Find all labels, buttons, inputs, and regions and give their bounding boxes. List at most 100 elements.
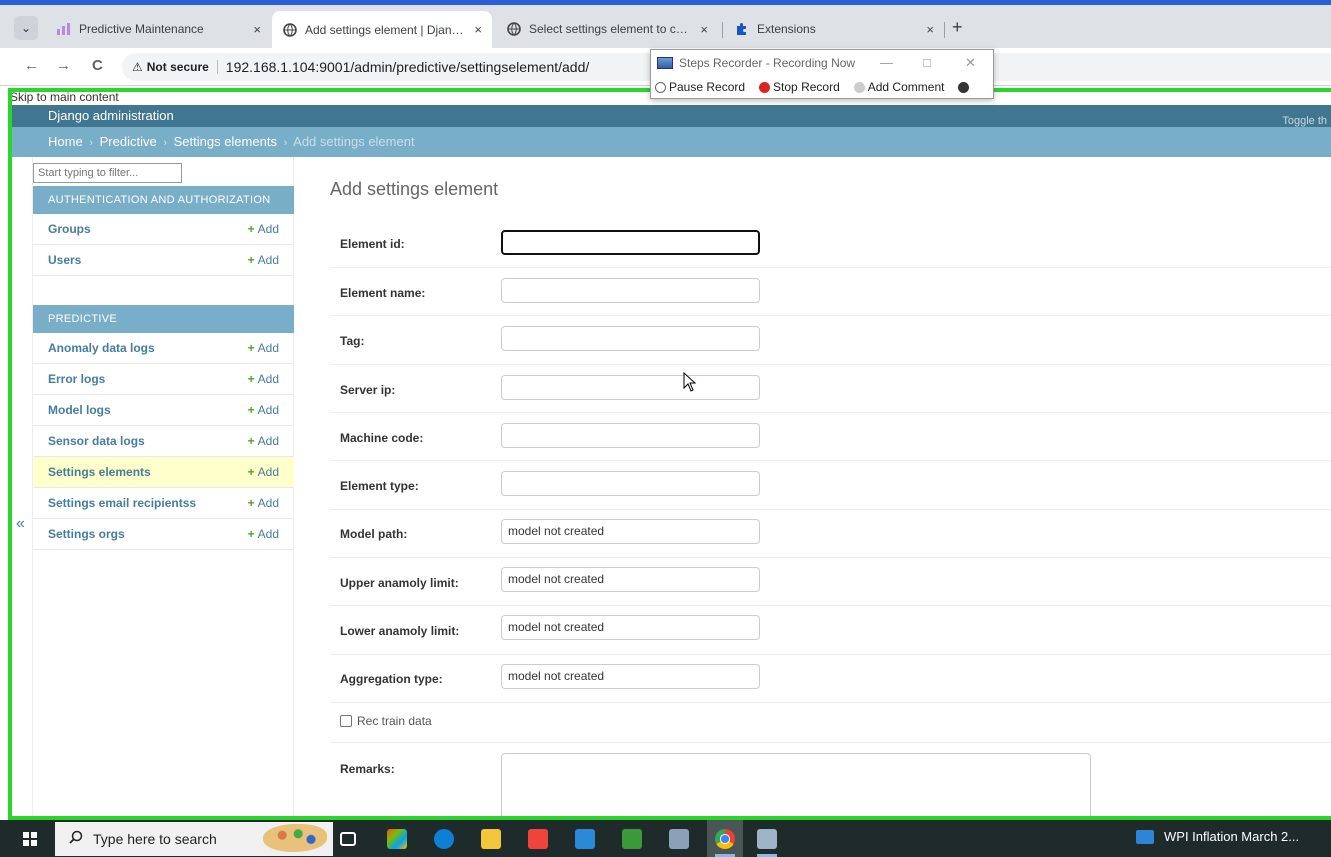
model-link[interactable]: Settings elements xyxy=(48,465,248,479)
tab-separator xyxy=(944,22,945,38)
plus-icon: + xyxy=(247,496,255,510)
forward-button[interactable]: → xyxy=(56,57,71,74)
form-row-upper-anamoly-limit: Upper anamoly limit: model not created xyxy=(330,558,1331,606)
form-row-lower-anamoly-limit: Lower anamoly limit: model not created xyxy=(330,606,1331,655)
element-id-field[interactable] xyxy=(501,230,760,255)
taskbar-running-app[interactable]: WPI Inflation March 2... xyxy=(1136,829,1299,844)
skip-to-content-link[interactable]: Skip to main content xyxy=(10,90,119,104)
tab-predictive-maintenance[interactable]: Predictive Maintenance × xyxy=(46,13,271,45)
security-status[interactable]: Not secure xyxy=(147,60,218,74)
tab-close-button[interactable]: × xyxy=(700,22,708,37)
url-text[interactable]: 192.168.1.104:9001/admin/predictive/sett… xyxy=(226,59,589,75)
add-link[interactable]: + Add xyxy=(248,222,279,236)
server-ip-field[interactable] xyxy=(501,375,760,400)
sidebar-item-model-logs[interactable]: Model logs + Add xyxy=(33,395,294,426)
form-row-model-path: Model path: model not created xyxy=(330,510,1331,558)
model-link[interactable]: Sensor data logs xyxy=(48,434,248,448)
sidebar-toggle-strip[interactable] xyxy=(12,157,33,820)
model-link[interactable]: Settings email recipientss xyxy=(48,496,248,510)
windows-icon[interactable] xyxy=(23,832,37,846)
element-type-field[interactable] xyxy=(501,471,760,496)
toggle-theme-button[interactable]: Toggle th xyxy=(1282,115,1327,127)
aggregation-type-field[interactable]: model not created xyxy=(501,664,760,689)
remarks-textarea[interactable] xyxy=(501,753,1091,823)
add-comment-button[interactable]: Add Comment xyxy=(853,80,944,94)
breadcrumb-settings-elements[interactable]: Settings elements xyxy=(174,134,277,149)
sidebar-item-error-logs[interactable]: Error logs + Add xyxy=(33,364,294,395)
site-brand[interactable]: Django administration xyxy=(48,108,174,123)
sidebar-item-users[interactable]: Users + Add xyxy=(33,245,294,276)
help-icon[interactable] xyxy=(958,81,972,93)
comment-icon xyxy=(853,81,865,93)
vscode-icon[interactable] xyxy=(575,829,595,849)
steps-recorder-icon[interactable] xyxy=(757,829,777,849)
add-link[interactable]: + Add xyxy=(248,434,279,448)
tag-field[interactable] xyxy=(501,326,760,351)
tab-close-button[interactable]: × xyxy=(474,22,482,37)
breadcrumb-home[interactable]: Home xyxy=(48,134,83,149)
add-link[interactable]: + Add xyxy=(248,372,279,386)
sidebar-item-sensor-data-logs[interactable]: Sensor data logs + Add xyxy=(33,426,294,457)
model-link[interactable]: Users xyxy=(48,253,248,267)
form-row-tag: Tag: xyxy=(330,316,1331,365)
chrome-icon[interactable] xyxy=(715,829,735,849)
model-path-field[interactable]: model not created xyxy=(501,519,760,544)
lower-anamoly-limit-field[interactable]: model not created xyxy=(501,615,760,640)
tab-add-settings-element[interactable]: Add settings element | Django site admin… xyxy=(272,11,492,48)
globe-icon xyxy=(282,22,297,37)
sidebar-item-settings-elements[interactable]: Settings elements + Add xyxy=(33,457,294,488)
tab-close-button[interactable]: × xyxy=(253,22,261,37)
app-caption-predictive[interactable]: Predictive xyxy=(33,305,294,333)
add-link[interactable]: + Add xyxy=(248,465,279,479)
model-link[interactable]: Error logs xyxy=(48,372,248,386)
element-name-field[interactable] xyxy=(501,278,760,303)
stop-record-button[interactable]: Stop Record xyxy=(759,80,840,94)
task-view-icon[interactable] xyxy=(340,832,356,846)
python-idle-icon[interactable] xyxy=(622,829,642,849)
add-link[interactable]: + Add xyxy=(248,341,279,355)
app-icon[interactable] xyxy=(669,829,689,849)
new-tab-button[interactable]: + xyxy=(952,17,963,38)
steps-recorder-icon xyxy=(657,57,673,69)
model-link[interactable]: Settings orgs xyxy=(48,527,248,541)
model-link[interactable]: Model logs xyxy=(48,403,248,417)
close-button[interactable]: ✕ xyxy=(965,55,976,71)
sidebar-item-groups[interactable]: Groups + Add xyxy=(33,214,294,245)
field-label: Server ip: xyxy=(340,383,396,397)
minimize-button[interactable]: — xyxy=(880,55,893,70)
add-link[interactable]: + Add xyxy=(248,253,279,267)
tab-search-button[interactable]: ⌄ xyxy=(14,16,38,40)
office-icon[interactable] xyxy=(387,829,407,849)
back-button[interactable]: ← xyxy=(24,57,39,74)
collapse-sidebar-icon[interactable]: « xyxy=(16,515,25,533)
sidebar-item-anomaly-data-logs[interactable]: Anomaly data logs + Add xyxy=(33,333,294,364)
form-row-aggregation-type: Aggregation type: model not created xyxy=(330,655,1331,703)
tab-extensions[interactable]: Extensions × xyxy=(724,13,944,45)
warning-icon[interactable]: ⚠ xyxy=(132,60,143,74)
add-link[interactable]: + Add xyxy=(248,403,279,417)
add-link[interactable]: + Add xyxy=(248,527,279,541)
form-row-element-type: Element type: xyxy=(330,461,1331,510)
maximize-button[interactable]: □ xyxy=(923,55,931,70)
file-explorer-icon[interactable] xyxy=(481,829,501,849)
nav-filter-input[interactable] xyxy=(33,163,182,183)
model-link[interactable]: Anomaly data logs xyxy=(48,341,248,355)
field-label: Remarks: xyxy=(340,762,395,776)
tab-select-settings-element[interactable]: Select settings element to change × xyxy=(496,13,718,45)
anydesk-icon[interactable] xyxy=(528,829,548,849)
add-link[interactable]: + Add xyxy=(248,496,279,510)
breadcrumb-predictive[interactable]: Predictive xyxy=(100,134,157,149)
upper-anamoly-limit-field[interactable]: model not created xyxy=(501,567,760,592)
taskbar-search[interactable]: Type here to search xyxy=(55,822,333,856)
tab-close-button[interactable]: × xyxy=(926,22,934,37)
field-label: Model path: xyxy=(340,527,408,541)
sidebar-item-settings-email-recipientss[interactable]: Settings email recipientss + Add xyxy=(33,488,294,519)
add-label: Add xyxy=(257,496,279,510)
machine-code-field[interactable] xyxy=(501,423,760,448)
model-link[interactable]: Groups xyxy=(48,222,248,236)
edge-icon[interactable] xyxy=(434,829,454,849)
reload-button[interactable]: C xyxy=(92,57,103,74)
sidebar-item-settings-orgs[interactable]: Settings orgs + Add xyxy=(33,519,294,550)
pause-record-button[interactable]: Pause Record xyxy=(655,80,745,94)
app-caption-auth[interactable]: Authentication and Authorization xyxy=(33,186,294,214)
